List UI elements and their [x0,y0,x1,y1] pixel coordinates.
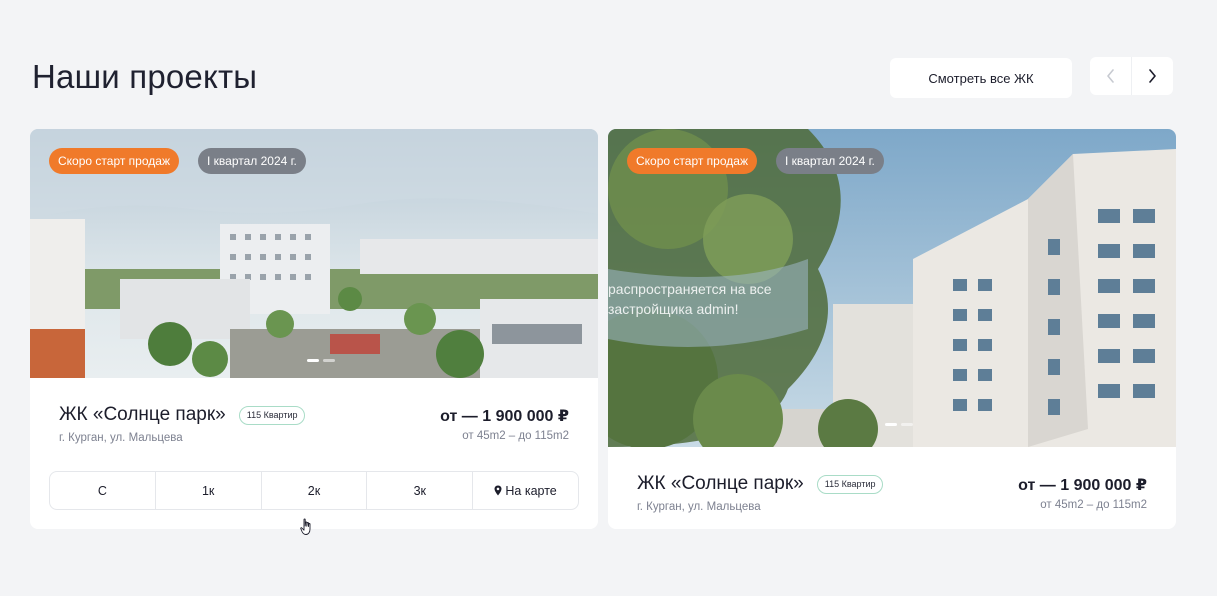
slider-dot[interactable] [901,423,913,426]
project-photo[interactable]: Скоро старт продаж I квартал 2024 г. рас… [608,129,1176,447]
carousel-next-button[interactable] [1131,57,1172,95]
project-price: от — 1 900 000 ₽ [440,408,569,425]
project-area: от 45m2 – до 115m2 [462,430,569,442]
slider-dot[interactable] [885,423,897,426]
sales-start-badge: Скоро старт продаж [627,148,757,174]
slider-dot[interactable] [307,359,319,362]
on-map-button[interactable]: На карте [472,472,578,509]
filter-1room-button[interactable]: 1к [154,472,261,509]
filter-2room-button[interactable]: 2к [260,472,367,509]
chevron-right-icon [1149,69,1156,83]
photo-overlay-text: распространяется на все застройщика admi… [608,281,772,317]
chevron-left-icon [1106,69,1114,83]
project-photo[interactable]: Скоро старт продаж I квартал 2024 г. [30,129,598,378]
units-count-badge: 115 Квартир [816,474,884,494]
slider-dots [885,423,913,426]
title-row: ЖК «Солнце парк» 115 Квартир [59,404,306,426]
quarter-badge: I квартал 2024 г. [198,148,306,174]
page-title: Наши проекты [32,58,258,95]
project-address: г. Курган, ул. Мальцева [59,432,183,444]
apartment-filter: С 1к 2к 3к На карте [49,471,579,510]
carousel-prev-button[interactable] [1090,57,1131,95]
hand-cursor-icon [300,518,311,535]
filter-studio-button[interactable]: С [50,472,155,509]
sales-start-badge: Скоро старт продаж [49,148,179,174]
view-all-projects-button[interactable]: Смотреть все ЖК [890,58,1072,98]
quarter-badge: I квартал 2024 г. [776,148,884,174]
project-area: от 45m2 – до 115m2 [1040,499,1147,511]
project-address: г. Курган, ул. Мальцева [637,501,761,513]
project-card[interactable]: Скоро старт продаж I квартал 2024 г. рас… [608,129,1176,529]
slider-dots [307,359,335,362]
project-price: от — 1 900 000 ₽ [1018,477,1147,494]
filter-3room-button[interactable]: 3к [366,472,472,509]
title-row: ЖК «Солнце парк» 115 Квартир [637,473,884,495]
project-name[interactable]: ЖК «Солнце парк» [59,404,226,426]
carousel-nav [1090,57,1173,95]
units-count-badge: 115 Квартир [238,405,306,425]
project-name[interactable]: ЖК «Солнце парк» [637,473,804,495]
map-pin-icon [494,485,502,496]
on-map-label: На карте [505,483,557,498]
slider-dot[interactable] [323,359,335,362]
project-card[interactable]: Скоро старт продаж I квартал 2024 г. ЖК … [30,129,598,529]
